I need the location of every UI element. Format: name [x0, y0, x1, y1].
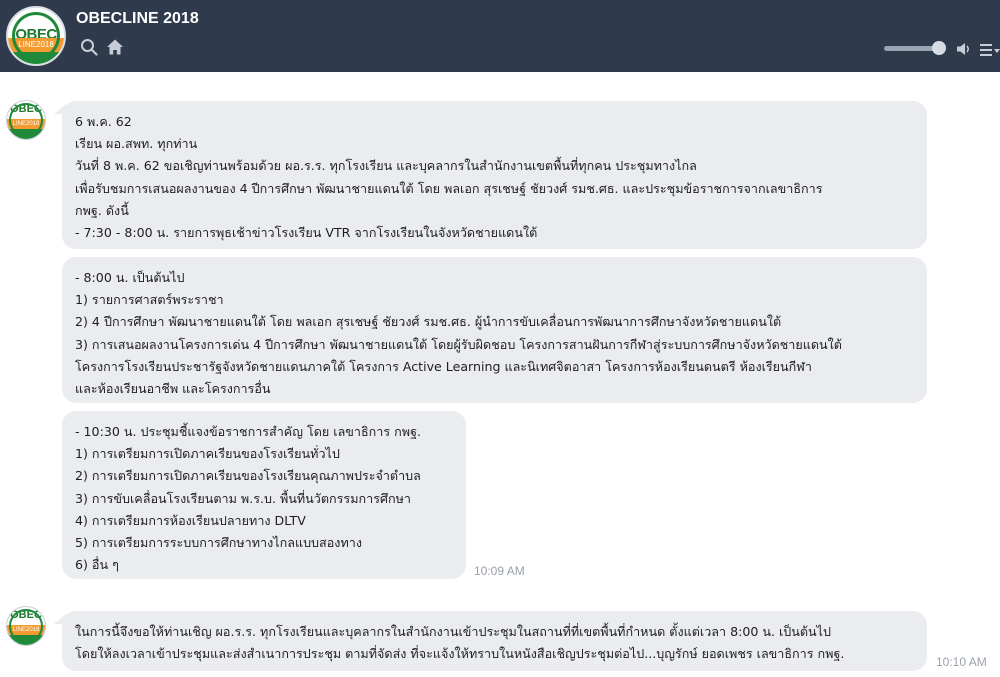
- logo-ring: [12, 12, 60, 60]
- message-line: กพฐ. ดังนี้: [75, 202, 129, 218]
- message-line: 1) การเตรียมการเปิดภาคเรียนของโรงเรียนทั…: [75, 446, 340, 462]
- message-line: ในการนี้จึงขอให้ท่านเชิญ ผอ.ร.ร. ทุกโรงเ…: [75, 624, 831, 639]
- message-line: - 8:00 น. เป็นต้นไป: [75, 270, 185, 285]
- avatar-ring: [9, 609, 43, 643]
- message-line: 3) การขับเคลื่อนโรงเรียนตาม พ.ร.บ. พื้นท…: [75, 490, 411, 506]
- message-line: โดยให้ลงเวลาเข้าประชุมและส่งสำเนาการประช…: [75, 646, 845, 662]
- message-timestamp: 10:10 AM: [936, 655, 987, 669]
- avatar-ring: [9, 103, 43, 137]
- message-timestamp: 10:09 AM: [474, 564, 525, 578]
- message-bubble[interactable]: - 8:00 น. เป็นต้นไป 1) รายการศาสตร์พระรา…: [62, 257, 927, 403]
- message-line: 4) การเตรียมการห้องเรียนปลายทาง DLTV: [75, 512, 306, 528]
- avatar[interactable]: OBEC LINE2018: [6, 606, 46, 646]
- top-bar: OBEC LINE2018 OBECLINE 2018: [0, 0, 1000, 72]
- message-line: 3) การเสนอผลงานโครงการเด่น 4 ปีการศึกษา …: [75, 336, 842, 352]
- message-bubble[interactable]: 6 พ.ค. 62 เรียน ผอ.สพท. ทุกท่าน วันที่ 8…: [62, 101, 927, 249]
- message-line: เพื่อรับชมการเสนอผลงานของ 4 ปีการศึกษา พ…: [75, 180, 823, 196]
- message-line: เรียน ผอ.สพท. ทุกท่าน: [75, 136, 198, 152]
- app-title: OBECLINE 2018: [76, 10, 199, 27]
- message-line: 1) รายการศาสตร์พระราชา: [75, 292, 224, 308]
- message-bubble[interactable]: - 10:30 น. ประชุมชี้แจงข้อราชการสำคัญ โด…: [62, 411, 466, 579]
- search-icon[interactable]: [80, 38, 98, 56]
- message-bubble[interactable]: ในการนี้จึงขอให้ท่านเชิญ ผอ.ร.ร. ทุกโรงเ…: [62, 611, 927, 671]
- message-line: - 10:30 น. ประชุมชี้แจงข้อราชการสำคัญ โด…: [75, 424, 422, 439]
- message-line: - 7:30 - 8:00 น. รายการพุธเช้าข่าวโรงเรี…: [75, 225, 538, 241]
- speaker-icon[interactable]: [956, 41, 972, 57]
- message-line: 5) การเตรียมการระบบการศึกษาทางไกลแบบสองท…: [75, 535, 362, 551]
- message-line: และห้องเรียนอาชีพ และโครงการอื่น: [75, 381, 271, 397]
- message-line: วันที่ 8 พ.ค. 62 ขอเชิญท่านพร้อมด้วย ผอ.…: [75, 158, 697, 174]
- message-line: 2) 4 ปีการศึกษา พัฒนาชายแดนใต้ โดย พลเอก…: [75, 314, 782, 330]
- message-line: 2) การเตรียมการเปิดภาคเรียนของโรงเรียนคุ…: [75, 468, 421, 484]
- home-icon[interactable]: [106, 38, 124, 56]
- message-line: 6 พ.ค. 62: [75, 114, 132, 129]
- menu-icon[interactable]: [980, 42, 1000, 58]
- volume-slider-knob[interactable]: [932, 41, 946, 55]
- avatar[interactable]: OBEC LINE2018: [6, 100, 46, 140]
- message-line: 6) อื่น ๆ: [75, 557, 119, 573]
- app-logo[interactable]: OBEC LINE2018: [6, 6, 66, 66]
- message-line: โครงการโรงเรียนประชารัฐจังหวัดชายแดนภาคใ…: [75, 358, 812, 374]
